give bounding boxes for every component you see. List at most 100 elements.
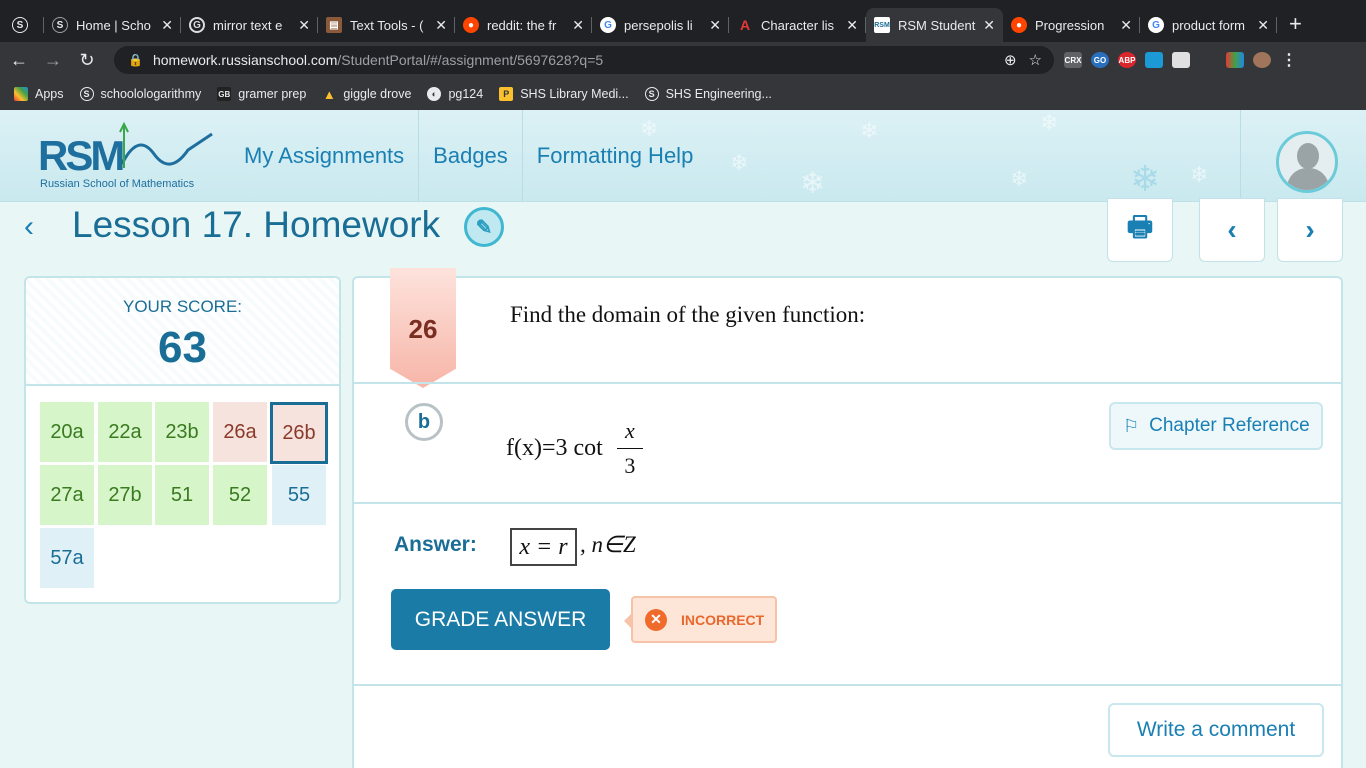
score-value: 63 bbox=[158, 323, 207, 372]
address-bar: ← → ↻ 🔒 homework.russianschool.com/Stude… bbox=[0, 42, 1366, 78]
color-extension-icon[interactable] bbox=[1226, 52, 1244, 68]
tab-active[interactable]: RSM RSM Student ✕ bbox=[866, 8, 1003, 42]
page-title: Lesson 17. Homework bbox=[72, 204, 441, 245]
problem-52[interactable]: 52 bbox=[213, 465, 267, 525]
tab[interactable]: A Character lis ✕ bbox=[729, 8, 866, 42]
tab[interactable]: ● Progression ✕ bbox=[1003, 8, 1140, 42]
extension-icon[interactable] bbox=[1199, 52, 1217, 68]
nav-my-assignments[interactable]: My Assignments bbox=[230, 110, 420, 202]
reload-icon[interactable]: ↻ bbox=[72, 50, 102, 71]
grade-answer-button[interactable]: GRADE ANSWER bbox=[391, 589, 610, 650]
snowflake-icon: ❄ bbox=[730, 150, 749, 175]
google-icon: G bbox=[189, 17, 205, 33]
problem-27a[interactable]: 27a bbox=[40, 465, 94, 525]
tab[interactable]: Gproduct form ✕ bbox=[1140, 8, 1277, 42]
problem-51[interactable]: 51 bbox=[155, 465, 209, 525]
question-prompt: Find the domain of the given function: bbox=[510, 302, 866, 327]
divider bbox=[354, 382, 1341, 384]
extension-icon[interactable] bbox=[1172, 52, 1190, 68]
homework-pencil-icon: ✎ bbox=[464, 207, 504, 247]
close-icon[interactable]: ✕ bbox=[298, 17, 310, 34]
tab[interactable]: ▤ Text Tools - (✕ bbox=[318, 8, 455, 42]
schoology-icon: S bbox=[79, 87, 94, 101]
forward-arrow-icon[interactable]: → bbox=[38, 50, 68, 71]
drive-icon: ▲ bbox=[322, 86, 336, 102]
rsm-logo[interactable]: RSM Russian School of Mathematics bbox=[38, 122, 213, 190]
problem-55[interactable]: 55 bbox=[272, 465, 326, 525]
tab[interactable]: S Home | Scho ✕ bbox=[44, 8, 181, 42]
bookmarks-bar: Apps Sschoolologarithmy GB gramer prep ▲ g… bbox=[0, 78, 1366, 110]
print-button[interactable]: 🖶 bbox=[1107, 198, 1173, 262]
zoom-icon[interactable]: ⊕ bbox=[1004, 51, 1017, 69]
globe-icon: ◐ bbox=[427, 87, 442, 101]
profile-avatar-icon[interactable] bbox=[1253, 52, 1271, 68]
question-number: 26 bbox=[390, 268, 456, 388]
answer-suffix: , n∈Z bbox=[580, 532, 636, 557]
problem-23b[interactable]: 23b bbox=[155, 402, 209, 462]
close-icon[interactable]: ✕ bbox=[709, 17, 721, 34]
bookmark-item[interactable]: ◐ pg124 bbox=[427, 87, 483, 101]
tab[interactable]: Gpersepolis li ✕ bbox=[592, 8, 729, 42]
url-input[interactable]: 🔒 homework.russianschool.com/StudentPort… bbox=[114, 46, 1054, 74]
tab[interactable]: ● reddit: the fr ✕ bbox=[455, 8, 592, 42]
close-icon[interactable]: ✕ bbox=[161, 17, 173, 34]
avatar[interactable] bbox=[1276, 131, 1338, 193]
answer-input[interactable]: x = r bbox=[510, 528, 577, 566]
previous-question-button[interactable]: ‹ bbox=[1199, 198, 1265, 262]
next-question-button[interactable]: › bbox=[1277, 198, 1343, 262]
tab[interactable]: Gmirror text e ✕ bbox=[181, 8, 318, 42]
problem-26b[interactable]: 26b bbox=[270, 402, 328, 464]
score-header: YOUR SCORE: 63 bbox=[26, 278, 339, 386]
chapter-reference-button[interactable]: ⚐ Chapter Reference bbox=[1109, 402, 1323, 450]
score-panel: YOUR SCORE: 63 20a 22a 23b 26a 26b 27a 2… bbox=[24, 276, 341, 604]
nav-formatting-help[interactable]: Formatting Help bbox=[523, 110, 708, 202]
write-comment-button[interactable]: Write a comment bbox=[1108, 703, 1324, 757]
problem-22a[interactable]: 22a bbox=[98, 402, 152, 462]
divider bbox=[354, 502, 1341, 504]
schoology-icon: S bbox=[12, 17, 28, 33]
bookmark-item[interactable]: S SHS Engineering... bbox=[644, 87, 772, 101]
reddit-icon: ● bbox=[463, 17, 479, 33]
formula-numerator: x bbox=[624, 418, 635, 443]
bookmark-star-icon[interactable]: ☆ bbox=[1029, 51, 1042, 69]
rsm-icon: RSM bbox=[874, 17, 890, 33]
menu-icon[interactable]: ⋮ bbox=[1280, 52, 1298, 69]
bookmark-item[interactable]: ▲ giggle drove bbox=[322, 86, 412, 102]
close-icon[interactable]: ✕ bbox=[1257, 17, 1269, 34]
extension-icon[interactable] bbox=[1145, 52, 1163, 68]
header-divider bbox=[1240, 110, 1241, 202]
main-nav: My Assignments Badges Formatting Help bbox=[230, 110, 707, 202]
bookmark-item[interactable]: Sschoolologarithmy bbox=[79, 87, 201, 101]
schoology-icon: S bbox=[644, 87, 659, 101]
bookmark-item[interactable]: GB gramer prep bbox=[217, 87, 306, 101]
gb-icon: GB bbox=[217, 87, 232, 101]
problem-57a[interactable]: 57a bbox=[40, 528, 94, 588]
adblock-icon[interactable]: ABP bbox=[1118, 52, 1136, 68]
close-icon[interactable]: ✕ bbox=[1120, 17, 1132, 34]
snowflake-icon: ❄ bbox=[1010, 166, 1029, 191]
new-tab-button[interactable]: + bbox=[1289, 11, 1302, 37]
tab-pinned[interactable]: S bbox=[6, 8, 44, 42]
close-icon[interactable]: ✕ bbox=[572, 17, 584, 34]
bookmark-item[interactable]: P SHS Library Medi... bbox=[499, 87, 629, 101]
library-icon: P bbox=[499, 87, 514, 101]
formula-fraction: x 3 bbox=[616, 418, 643, 479]
go-extension-icon[interactable]: GO bbox=[1091, 52, 1109, 68]
close-icon[interactable]: ✕ bbox=[435, 17, 447, 34]
crx-extension-icon[interactable]: CRX bbox=[1064, 52, 1082, 68]
problem-26a[interactable]: 26a bbox=[213, 402, 267, 462]
close-icon[interactable]: ✕ bbox=[846, 17, 858, 34]
problem-27b[interactable]: 27b bbox=[98, 465, 152, 525]
bookmark-apps[interactable]: Apps bbox=[14, 87, 64, 101]
question-panel bbox=[352, 276, 1343, 768]
snowflake-icon: ❄ bbox=[1040, 110, 1059, 135]
function-formula: f(x)=3 cot x 3 bbox=[506, 418, 643, 479]
back-chevron-icon[interactable]: ‹ bbox=[24, 210, 34, 244]
site-header: ❄ ❄ ❄ ❄ ❄ ❄ ❄ ❄ RSM Russian School of Ma… bbox=[0, 110, 1366, 202]
problem-20a[interactable]: 20a bbox=[40, 402, 94, 462]
close-icon[interactable]: ✕ bbox=[983, 17, 995, 34]
text-tools-icon: ▤ bbox=[326, 17, 342, 33]
back-arrow-icon[interactable]: ← bbox=[4, 50, 34, 71]
nav-badges[interactable]: Badges bbox=[419, 110, 523, 202]
incorrect-badge: ✕ INCORRECT bbox=[624, 596, 777, 643]
